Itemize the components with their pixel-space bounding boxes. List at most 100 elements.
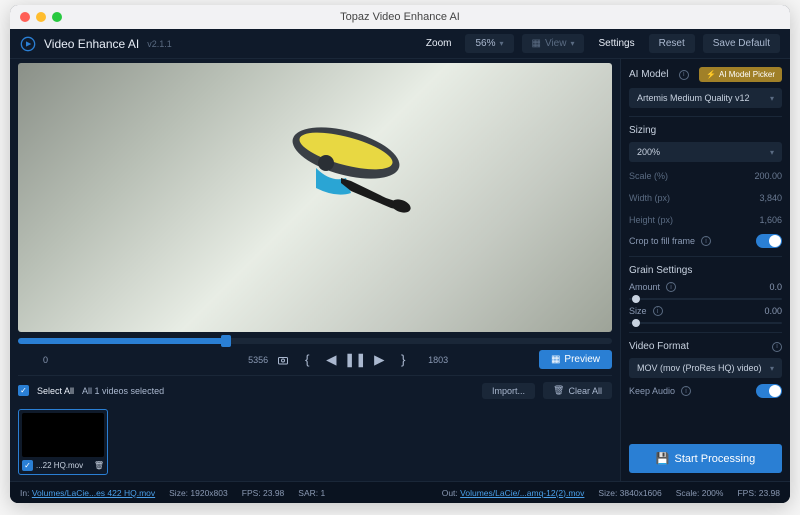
preview-image: [256, 103, 416, 243]
file-list-bar: Select All All 1 videos selected Import.…: [18, 375, 612, 405]
format-select[interactable]: MOV (mov (ProRes HQ) video)▾: [629, 358, 782, 378]
start-processing-button[interactable]: 💾Start Processing: [629, 444, 782, 473]
timeline-handle[interactable]: [221, 335, 231, 347]
file-thumbnails: ...22 HQ.mov 🗑: [18, 405, 612, 481]
in-sar: SAR: 1: [298, 488, 325, 498]
grain-amount-value: 0.0: [769, 282, 782, 292]
grain-amount-label: Amount: [629, 282, 660, 292]
frame-start: 0: [18, 355, 48, 365]
view-dropdown[interactable]: ▦View▾: [522, 34, 585, 53]
crop-toggle[interactable]: [756, 234, 782, 248]
width-label: Width (px): [629, 193, 670, 203]
status-bar: In: Volumes/LaCie...es 422 HQ.mov Size: …: [10, 481, 790, 503]
out-path-link[interactable]: Volumes/LaCie/...amq-12(2).mov: [460, 488, 584, 498]
width-value: 3,840: [759, 193, 782, 203]
model-select[interactable]: Artemis Medium Quality v12▾: [629, 88, 782, 108]
pause-button[interactable]: ❚❚: [346, 351, 364, 369]
traffic-lights: [20, 12, 62, 22]
out-size: Size: 3840x1606: [598, 488, 661, 498]
in-size: Size: 1920x803: [169, 488, 228, 498]
grain-size-slider[interactable]: [629, 322, 782, 324]
snapshot-button[interactable]: [274, 351, 292, 369]
info-icon[interactable]: i: [772, 342, 782, 352]
height-label: Height (px): [629, 215, 673, 225]
info-icon[interactable]: i: [681, 386, 691, 396]
step-fwd-button[interactable]: ▶: [370, 351, 388, 369]
topbar: Video Enhance AI v2.1.1 Zoom 56%▾ ▦View▾…: [10, 29, 790, 59]
maximize-icon[interactable]: [52, 12, 62, 22]
chevron-down-icon: ▾: [770, 94, 774, 103]
app-version: v2.1.1: [147, 39, 172, 49]
frame-current: 5356: [238, 355, 268, 365]
camera-icon: [277, 354, 289, 366]
chevron-down-icon: ▾: [770, 364, 774, 373]
in-path-link[interactable]: Volumes/LaCie...es 422 HQ.mov: [32, 488, 155, 498]
reset-button[interactable]: Reset: [649, 34, 695, 53]
chevron-down-icon: ▾: [570, 39, 574, 48]
grid-icon: ▦: [532, 38, 541, 49]
out-fps: FPS: 23.98: [737, 488, 780, 498]
bolt-icon: ⚡: [706, 70, 716, 79]
film-icon: ▦: [551, 354, 560, 365]
titlebar: Topaz Video Enhance AI: [10, 5, 790, 29]
selected-count: All 1 videos selected: [82, 386, 164, 396]
ai-model-picker-button[interactable]: ⚡AI Model Picker: [699, 67, 782, 82]
mark-in-button[interactable]: {: [298, 351, 316, 369]
grain-size-value: 0.00: [764, 306, 782, 316]
thumb-filename: ...22 HQ.mov: [36, 461, 83, 470]
sizing-heading: Sizing: [629, 125, 782, 136]
window-title: Topaz Video Enhance AI: [340, 11, 460, 23]
import-button[interactable]: Import...: [482, 383, 535, 399]
keep-audio-toggle[interactable]: [756, 384, 782, 398]
ai-model-heading: AI Model: [629, 69, 668, 80]
keep-audio-label: Keep Audio: [629, 386, 675, 396]
app-name: Video Enhance AI: [44, 37, 139, 51]
step-back-button[interactable]: ◀: [322, 351, 340, 369]
select-all-checkbox[interactable]: [18, 385, 29, 396]
info-icon[interactable]: i: [679, 70, 689, 80]
mark-out-button[interactable]: }: [394, 351, 412, 369]
in-fps: FPS: 23.98: [242, 488, 285, 498]
chevron-down-icon: ▾: [770, 148, 774, 157]
clear-all-button[interactable]: 🗑Clear All: [543, 382, 612, 399]
grain-heading: Grain Settings: [629, 265, 782, 276]
main-panel: 0 5356 { ◀ ❚❚ ▶ } 1803 ▦Preview Select A…: [10, 59, 620, 481]
app-window: Topaz Video Enhance AI Video Enhance AI …: [10, 5, 790, 503]
frame-end: 1803: [418, 355, 448, 365]
playback-controls: 0 5356 { ◀ ❚❚ ▶ } 1803 ▦Preview: [18, 344, 612, 375]
app-logo-icon: [20, 36, 36, 52]
settings-link[interactable]: Settings: [592, 38, 640, 49]
content-area: 0 5356 { ◀ ❚❚ ▶ } 1803 ▦Preview Select A…: [10, 59, 790, 481]
timeline-progress: [18, 338, 226, 344]
info-icon[interactable]: i: [653, 306, 663, 316]
grain-size-label: Size: [629, 306, 647, 316]
out-label: Out:: [442, 488, 458, 498]
out-scale: Scale: 200%: [676, 488, 724, 498]
in-label: In:: [20, 488, 29, 498]
sizing-select[interactable]: 200%▾: [629, 142, 782, 162]
height-value: 1,606: [759, 215, 782, 225]
grain-amount-slider[interactable]: [629, 298, 782, 300]
info-icon[interactable]: i: [701, 236, 711, 246]
crop-label: Crop to fill frame: [629, 236, 695, 246]
close-icon[interactable]: [20, 12, 30, 22]
info-icon[interactable]: i: [666, 282, 676, 292]
settings-sidebar: AI Model i ⚡AI Model Picker Artemis Medi…: [620, 59, 790, 481]
video-format-heading: Video Format: [629, 341, 689, 352]
trash-icon: 🗑: [553, 385, 564, 396]
thumb-image: [22, 413, 104, 457]
zoom-label: Zoom: [420, 38, 458, 49]
minimize-icon[interactable]: [36, 12, 46, 22]
thumb-checkbox[interactable]: [22, 460, 33, 471]
save-icon: 💾: [656, 452, 670, 465]
file-thumb[interactable]: ...22 HQ.mov 🗑: [18, 409, 108, 475]
scale-value: 200.00: [754, 171, 782, 181]
zoom-dropdown[interactable]: 56%▾: [465, 34, 513, 53]
select-all-label[interactable]: Select All: [37, 386, 74, 396]
save-default-button[interactable]: Save Default: [703, 34, 780, 53]
preview-button[interactable]: ▦Preview: [539, 350, 612, 369]
chevron-down-icon: ▾: [499, 39, 503, 48]
video-preview[interactable]: [18, 63, 612, 332]
timeline-scrubber[interactable]: [18, 338, 612, 344]
trash-icon[interactable]: 🗑: [94, 461, 104, 470]
